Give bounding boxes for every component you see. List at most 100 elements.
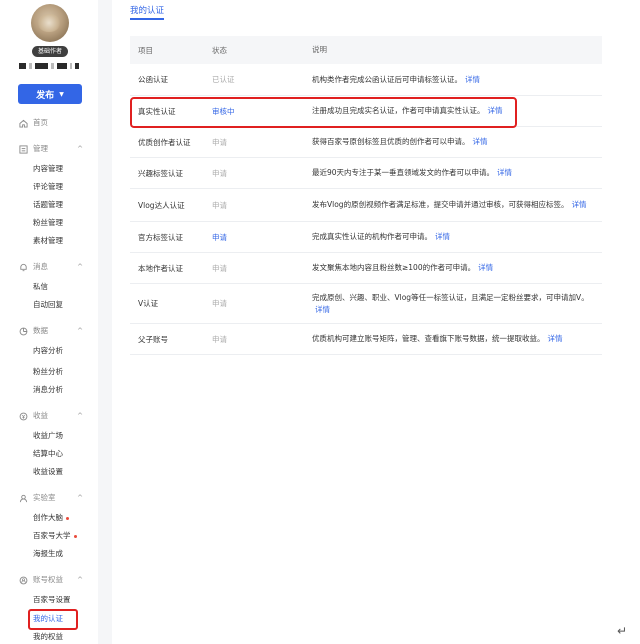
- status-action-link[interactable]: 申请: [212, 232, 312, 243]
- description-text: 完成原创、兴趣、职业、Vlog等任一标签认证，且满足一定粉丝要求，可申请加V。: [312, 292, 589, 302]
- status-action-link[interactable]: 申请: [212, 137, 312, 148]
- sidebar-group-manage[interactable]: 管理 ^: [19, 143, 83, 155]
- description-text: 完成真实性认证的机构作者可申请。: [312, 232, 432, 241]
- row-description: 完成真实性认证的机构作者可申请。 详情: [312, 231, 602, 243]
- header-status: 状态: [212, 45, 227, 55]
- row-name: V认证: [138, 299, 159, 308]
- sidebar-divider: [98, 0, 112, 644]
- status-action-link[interactable]: 申请: [212, 200, 312, 211]
- row-name: 公函认证: [138, 75, 168, 84]
- sidebar-group-income[interactable]: 收益 ^: [19, 410, 83, 422]
- table-row: Vlog达人认证 申请 发布Vlog的原创视频作者满足标准，提交申请并通过审核，可获…: [130, 189, 602, 222]
- detail-link[interactable]: 详情: [478, 263, 493, 272]
- highlight-box-sidebar: [28, 609, 78, 630]
- sidebar-item-poster-generation[interactable]: 海报生成: [33, 548, 63, 560]
- manage-icon: [19, 144, 28, 154]
- header-item: 项目: [138, 45, 153, 55]
- home-icon: [19, 119, 28, 128]
- status-action-link[interactable]: 申请: [212, 168, 312, 179]
- sidebar-item-content-analysis[interactable]: 内容分析: [33, 345, 63, 357]
- sidebar-item-account-settings[interactable]: 百家号设置: [33, 594, 71, 606]
- description-text: 发布Vlog的原创视频作者满足标准，提交申请并通过审核，可获得相应标签。: [312, 200, 569, 209]
- sidebar-item-fans[interactable]: 粉丝管理: [33, 217, 63, 229]
- account-icon: [19, 576, 28, 585]
- chevron-up-icon: ^: [77, 494, 83, 502]
- row-description: 发文聚焦本地内容且粉丝数≥100的作者可申请。 详情: [312, 262, 602, 274]
- description-text: 优质机构可建立账号矩阵，管理、查看旗下账号数据，统一提取收益。: [312, 334, 545, 343]
- table-header: 项目 状态 说明: [130, 36, 602, 64]
- sidebar: 基础作者 发布 ▼ 首页 管理 ^ 内容管理 评论管理 话题管理 粉丝管理 素材…: [0, 0, 98, 644]
- chevron-up-icon: ^: [77, 576, 83, 584]
- table-row: 官方标签认证 申请 完成真实性认证的机构作者可申请。 详情: [130, 222, 602, 253]
- sidebar-group-messages[interactable]: 消息 ^: [19, 261, 83, 273]
- row-name: 父子账号: [138, 334, 168, 344]
- sidebar-item-auto-reply[interactable]: 自动回复: [33, 299, 63, 311]
- status-label: 已认证: [212, 75, 235, 84]
- username-redacted: [19, 63, 79, 70]
- row-description: 优质机构可建立账号矩阵，管理、查看旗下账号数据，统一提取收益。 详情: [312, 333, 602, 345]
- chevron-up-icon: ^: [77, 145, 83, 153]
- lab-icon: [19, 494, 28, 503]
- sidebar-item-topics[interactable]: 话题管理: [33, 199, 63, 211]
- description-text: 机构类作者完成公函认证后可申请标签认证。: [312, 74, 462, 84]
- row-description: 发布Vlog的原创视频作者满足标准，提交申请并通过审核，可获得相应标签。 详情: [312, 199, 602, 211]
- sidebar-item-private-messages[interactable]: 私信: [33, 281, 48, 293]
- sidebar-item-message-analysis[interactable]: 消息分析: [33, 384, 63, 396]
- detail-link[interactable]: 详情: [497, 168, 512, 177]
- chevron-up-icon: ^: [77, 412, 83, 420]
- caret-down-icon: ▼: [59, 90, 64, 98]
- sidebar-group-data[interactable]: 数据 ^: [19, 325, 83, 337]
- avatar[interactable]: [31, 4, 69, 42]
- certification-table: 项目 状态 说明 公函认证 已认证 机构类作者完成公函认证后可申请标签认证。 详情 真实…: [130, 36, 602, 355]
- sidebar-item-fans-analysis[interactable]: 粉丝分析: [33, 366, 63, 378]
- table-row: 优质创作者认证 申请 获得百家号原创标签且优质的创作者可以申请。 详情: [130, 127, 602, 158]
- sidebar-item-income-settings[interactable]: 收益设置: [33, 466, 63, 478]
- chevron-up-icon: ^: [77, 327, 83, 335]
- detail-link[interactable]: 详情: [473, 137, 488, 146]
- sidebar-group-account[interactable]: 账号权益 ^: [19, 574, 83, 586]
- sidebar-item-baijiahao-university[interactable]: 百家号大学: [33, 530, 77, 542]
- row-name: 兴趣标签认证: [138, 168, 183, 178]
- tab-underline: [130, 18, 164, 20]
- publish-button[interactable]: 发布 ▼: [18, 84, 82, 104]
- row-description: 机构类作者完成公函认证后可申请标签认证。 详情: [312, 74, 602, 86]
- table-row: V认证 申请 完成原创、兴趣、职业、Vlog等任一标签认证，且满足一定粉丝要求，可申…: [130, 284, 602, 324]
- highlight-box-row: [130, 97, 517, 128]
- sidebar-item-content[interactable]: 内容管理: [33, 163, 63, 175]
- sidebar-item-my-rights[interactable]: 我的权益: [33, 631, 63, 643]
- header-description: 说明: [312, 45, 327, 54]
- row-description: 最近90天内专注于某一垂直领域发文的作者可以申请。 详情: [312, 167, 602, 179]
- row-name: 优质创作者认证: [138, 137, 191, 147]
- status-action-link[interactable]: 申请: [212, 334, 312, 345]
- sidebar-item-home[interactable]: 首页: [19, 117, 83, 129]
- description-text: 发文聚焦本地内容且粉丝数≥100的作者可申请。: [312, 263, 476, 272]
- description-text: 最近90天内专注于某一垂直领域发文的作者可以申请。: [312, 168, 495, 177]
- sidebar-item-comments[interactable]: 评论管理: [33, 181, 63, 193]
- detail-link[interactable]: 详情: [435, 232, 450, 241]
- row-name: 官方标签认证: [138, 232, 183, 242]
- sidebar-item-settlement[interactable]: 结算中心: [33, 448, 63, 460]
- sidebar-group-lab[interactable]: 实验室 ^: [19, 492, 83, 504]
- row-description: 获得百家号原创标签且优质的创作者可以申请。 详情: [312, 136, 602, 148]
- chevron-up-icon: ^: [77, 263, 83, 271]
- row-description: 完成原创、兴趣、职业、Vlog等任一标签认证，且满足一定粉丝要求，可申请加V。详…: [312, 292, 602, 316]
- enter-icon: ↵: [617, 624, 628, 638]
- detail-link[interactable]: 详情: [315, 305, 330, 314]
- status-action-link[interactable]: 申请: [212, 263, 312, 274]
- row-name: 本地作者认证: [138, 263, 183, 273]
- table-row: 公函认证 已认证 机构类作者完成公函认证后可申请标签认证。 详情: [130, 64, 602, 96]
- author-level-badge: 基础作者: [32, 46, 68, 57]
- bell-icon: [19, 263, 28, 272]
- sidebar-item-income-square[interactable]: 收益广场: [33, 430, 63, 442]
- detail-link[interactable]: 详情: [572, 200, 587, 209]
- sidebar-item-materials[interactable]: 素材管理: [33, 235, 63, 247]
- sidebar-item-creative-brain[interactable]: 创作大脑: [33, 512, 69, 524]
- detail-link[interactable]: 详情: [465, 75, 480, 84]
- tab-my-certification[interactable]: 我的认证: [130, 4, 164, 16]
- pie-chart-icon: [19, 327, 28, 336]
- status-action-link[interactable]: 申请: [212, 298, 312, 309]
- detail-link[interactable]: 详情: [548, 334, 563, 343]
- table-row: 本地作者认证 申请 发文聚焦本地内容且粉丝数≥100的作者可申请。 详情: [130, 253, 602, 284]
- table-row: 兴趣标签认证 申请 最近90天内专注于某一垂直领域发文的作者可以申请。 详情: [130, 158, 602, 189]
- table-row: 父子账号 申请 优质机构可建立账号矩阵，管理、查看旗下账号数据，统一提取收益。 详情: [130, 324, 602, 355]
